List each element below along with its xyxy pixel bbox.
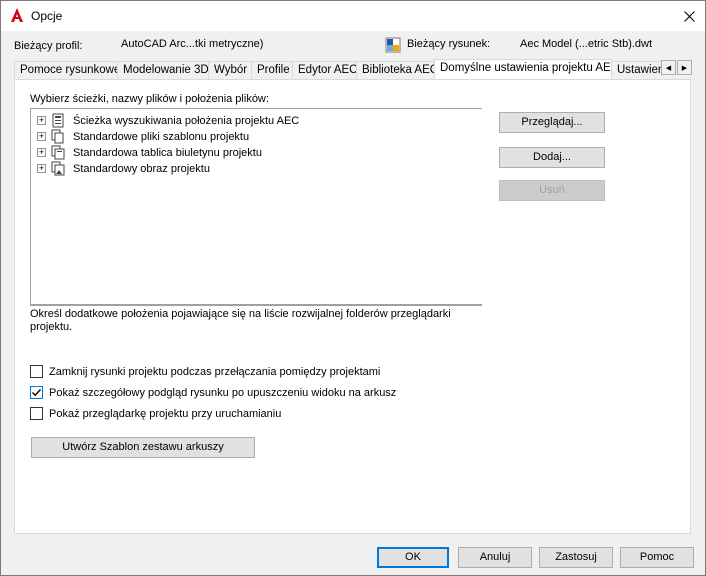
detailed-preview-label: Pokaż szczegółowy podgląd rysunku po upu… bbox=[49, 387, 397, 399]
current-profile-value: AutoCAD Arc...tki metryczne) bbox=[121, 38, 264, 50]
tab-strip: Pomoce rysunkowe Modelowanie 3D Wybór Pr… bbox=[14, 59, 676, 79]
arrow-right-icon: ▶ bbox=[681, 64, 688, 72]
template-files-icon bbox=[51, 129, 64, 144]
tree-item-label: Ścieżka wyszukiwania położenia projektu … bbox=[73, 115, 300, 127]
tree-item-label: Standardowa tablica biuletynu projektu bbox=[73, 147, 262, 159]
expand-icon[interactable]: + bbox=[37, 116, 46, 125]
paths-label: Wybierz ścieżki, nazwy plików i położeni… bbox=[30, 93, 269, 105]
checkmark-icon bbox=[32, 389, 42, 397]
detailed-preview-checkbox[interactable] bbox=[30, 386, 43, 399]
paths-tree[interactable]: + Ścieżka wyszukiwania położenia projekt… bbox=[30, 108, 482, 305]
close-button[interactable] bbox=[675, 4, 703, 28]
project-file-icon bbox=[52, 113, 64, 128]
expand-icon[interactable]: + bbox=[37, 164, 46, 173]
create-sheet-set-template-button[interactable]: Utwórz Szablon zestawu arkuszy bbox=[31, 437, 255, 458]
close-icon bbox=[683, 10, 695, 22]
tree-item-label: Standardowy obraz projektu bbox=[73, 163, 210, 175]
show-browser-label: Pokaż przeglądarkę projektu przy urucham… bbox=[49, 408, 282, 420]
options-dialog: Opcje Bieżący profil: AutoCAD Arc...tki … bbox=[0, 0, 706, 576]
title-bar: Opcje bbox=[1, 1, 705, 31]
profile-row: Bieżący profil: AutoCAD Arc...tki metryc… bbox=[1, 37, 705, 54]
image-files-icon bbox=[51, 161, 65, 176]
browse-button[interactable]: Przeglądaj... bbox=[499, 112, 605, 133]
description-text: Określ dodatkowe położenia pojawiające s… bbox=[30, 305, 482, 337]
expand-icon[interactable]: + bbox=[37, 148, 46, 157]
tab-aec-content[interactable]: Biblioteka AEC bbox=[356, 61, 435, 79]
tab-scroll-right-button[interactable]: ▶ bbox=[677, 60, 692, 75]
close-drawings-checkbox[interactable] bbox=[30, 365, 43, 378]
tab-aec-project-defaults[interactable]: Domyślne ustawienia projektu AEC bbox=[434, 59, 612, 79]
apply-button[interactable]: Zastosuj bbox=[539, 547, 613, 568]
current-drawing-label: Bieżący rysunek: bbox=[407, 38, 491, 50]
tab-selection[interactable]: Wybór bbox=[208, 61, 252, 79]
autocad-logo-icon bbox=[11, 8, 23, 22]
remove-button[interactable]: Usuń bbox=[499, 180, 605, 201]
arrow-left-icon: ◀ bbox=[665, 64, 672, 72]
tab-scroll-left-button[interactable]: ◀ bbox=[661, 60, 676, 75]
tree-item-label: Standardowe pliki szablonu projektu bbox=[73, 131, 250, 143]
current-profile-label: Bieżący profil: bbox=[14, 40, 83, 52]
ok-button[interactable]: OK bbox=[377, 547, 449, 568]
show-browser-checkbox[interactable] bbox=[30, 407, 43, 420]
close-drawings-label: Zamknij rysunki projektu podczas przełąc… bbox=[49, 366, 381, 378]
tab-aec-editor[interactable]: Edytor AEC bbox=[292, 61, 357, 79]
tab-drafting-aids[interactable]: Pomoce rysunkowe bbox=[14, 61, 118, 79]
current-drawing-value: Aec Model (...etric Stb).dwt bbox=[520, 38, 653, 50]
bulletin-files-icon bbox=[51, 145, 65, 160]
drawing-icon bbox=[385, 37, 401, 53]
help-button[interactable]: Pomoc bbox=[620, 547, 694, 568]
window-title: Opcje bbox=[31, 9, 63, 23]
add-button[interactable]: Dodaj... bbox=[499, 147, 605, 168]
tab-panel: Wybierz ścieżki, nazwy plików i położeni… bbox=[14, 79, 691, 534]
tab-profiles[interactable]: Profile bbox=[251, 61, 293, 79]
tab-3d-modeling[interactable]: Modelowanie 3D bbox=[117, 61, 209, 79]
expand-icon[interactable]: + bbox=[37, 132, 46, 141]
cancel-button[interactable]: Anuluj bbox=[458, 547, 532, 568]
